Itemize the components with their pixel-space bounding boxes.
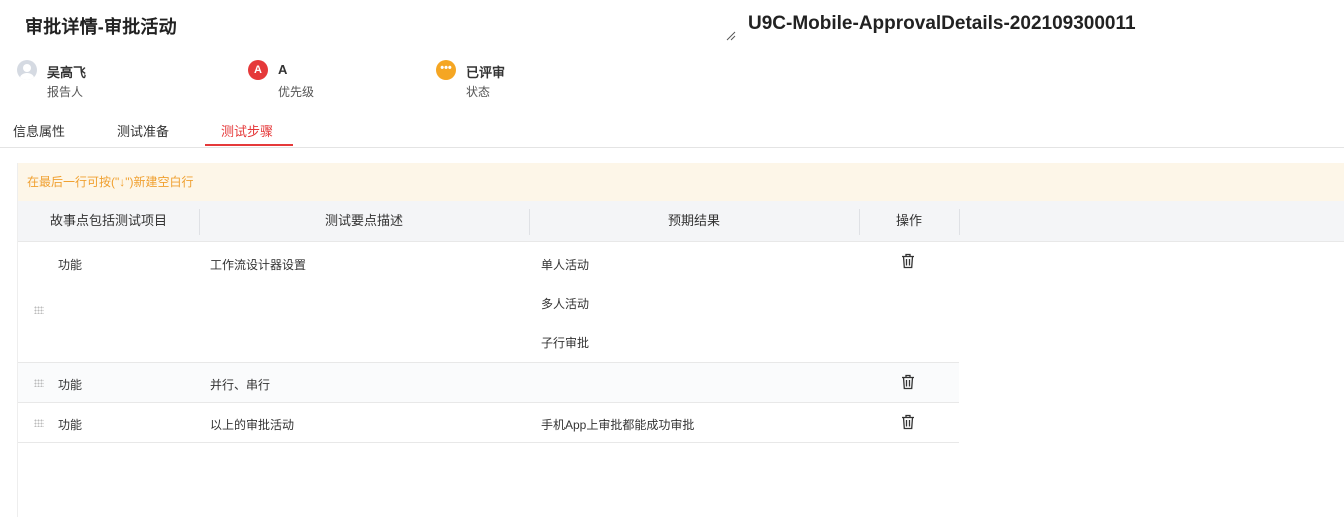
tab-info-attributes[interactable]: 信息属性 xyxy=(13,121,65,140)
reporter-name: 吴高飞 xyxy=(47,65,87,80)
cell-description[interactable]: 工作流设计器设置 xyxy=(210,256,306,273)
column-header-expected: 预期结果 xyxy=(667,213,720,228)
cell-expected-line[interactable]: 子行审批 xyxy=(541,334,589,351)
drag-handle-icon[interactable] xyxy=(34,379,44,387)
priority-value: A xyxy=(278,62,288,77)
drag-handle-icon[interactable] xyxy=(34,306,44,314)
priority-badge-icon: A xyxy=(248,60,268,80)
document-code: U9C-Mobile-ApprovalDetails-202109300011 xyxy=(748,13,1136,34)
column-divider xyxy=(959,209,960,235)
test-steps-panel: 在最后一行可按("↓")新建空白行 故事点包括测试项目 测试要点描述 预期结果 … xyxy=(17,163,1344,517)
hint-banner: 在最后一行可按("↓")新建空白行 xyxy=(18,163,1344,201)
cell-item[interactable]: 功能 xyxy=(58,256,82,273)
status-label: 状态 xyxy=(466,85,491,99)
cell-item[interactable]: 功能 xyxy=(58,416,82,433)
user-avatar-icon xyxy=(17,60,37,80)
tab-test-preparation[interactable]: 测试准备 xyxy=(117,121,169,140)
table-header: 故事点包括测试项目 测试要点描述 预期结果 操作 xyxy=(18,201,1344,242)
column-header-actions: 操作 xyxy=(895,213,922,228)
cell-item[interactable]: 功能 xyxy=(58,376,82,393)
trash-icon[interactable] xyxy=(901,374,915,390)
trash-icon[interactable] xyxy=(901,253,915,269)
resize-handle-icon[interactable] xyxy=(726,31,736,41)
column-header-item: 故事点包括测试项目 xyxy=(49,213,167,228)
cell-expected-line[interactable]: 单人活动 xyxy=(541,256,589,273)
tab-test-steps[interactable]: 测试步骤 xyxy=(221,121,273,140)
drag-handle-icon[interactable] xyxy=(34,419,44,427)
cell-expected-line[interactable]: 手机App上审批都能成功审批 xyxy=(541,416,694,433)
cell-expected-line[interactable]: 多人活动 xyxy=(541,295,589,312)
cell-description[interactable]: 并行、串行 xyxy=(210,376,270,393)
hint-text: 在最后一行可按("↓")新建空白行 xyxy=(27,175,194,189)
table-row[interactable]: 功能 工作流设计器设置 单人活动 多人活动 子行审批 xyxy=(18,242,959,363)
status-more-icon: ••• xyxy=(436,60,456,80)
cell-description[interactable]: 以上的审批活动 xyxy=(210,416,294,433)
status-value: 已评审 xyxy=(466,65,506,80)
trash-icon[interactable] xyxy=(901,414,915,430)
active-tab-indicator xyxy=(205,144,293,146)
column-header-description: 测试要点描述 xyxy=(324,213,403,228)
priority-label: 优先级 xyxy=(278,85,315,99)
reporter-label: 报告人 xyxy=(47,85,84,99)
table-row[interactable]: 功能 以上的审批活动 手机App上审批都能成功审批 xyxy=(18,403,959,443)
table-row[interactable]: 功能 并行、串行 xyxy=(18,363,959,403)
tab-bar: 信息属性 测试准备 测试步骤 xyxy=(0,113,1344,148)
page-title: 审批详情-审批活动 xyxy=(25,17,177,37)
